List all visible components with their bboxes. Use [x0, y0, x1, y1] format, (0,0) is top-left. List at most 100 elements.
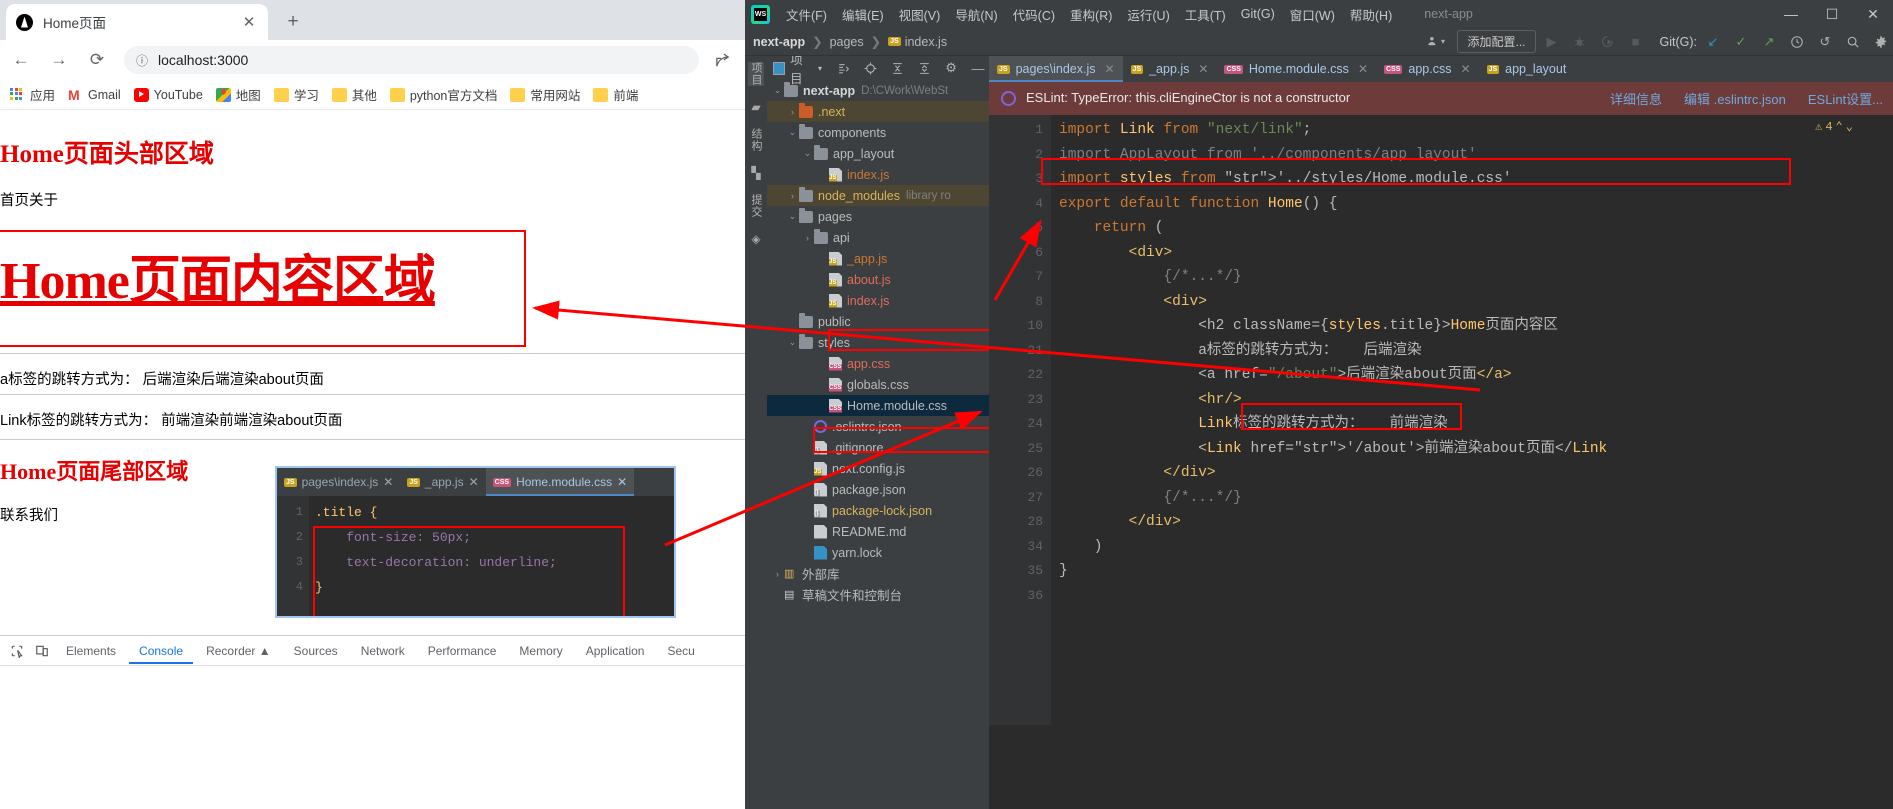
devtools-tab-elements[interactable]: Elements — [56, 638, 126, 664]
code-line[interactable]: {/*...*/} — [1051, 265, 1893, 290]
select-opened-file-icon[interactable] — [832, 57, 854, 79]
close-icon[interactable]: ✕ — [240, 13, 258, 31]
debug-icon[interactable] — [1568, 31, 1592, 53]
tree-item-public[interactable]: public — [767, 311, 989, 332]
menu-item-window[interactable]: 窗口(W) — [1283, 2, 1342, 27]
tree-item-home-module-c--[interactable]: Home.module.css — [767, 395, 989, 416]
close-icon[interactable]: ✕ — [469, 475, 479, 489]
breadcrumb-folder[interactable]: pages — [830, 35, 864, 49]
code-line[interactable]: <div> — [1051, 290, 1893, 315]
eslint-edit-config-link[interactable]: 编辑 .eslintrc.json — [1684, 89, 1786, 108]
tree-item-about-j-[interactable]: about.js — [767, 269, 989, 290]
devtools-tab-sources[interactable]: Sources — [284, 638, 348, 664]
editor-tab[interactable]: CSS app.css ✕ — [1376, 56, 1479, 82]
editor-tab[interactable]: JS _app.js ✕ — [1123, 56, 1217, 82]
reload-icon[interactable]: ⟳ — [80, 43, 114, 77]
bookmark-item[interactable]: 地图 — [215, 85, 261, 104]
chevron-down-icon[interactable]: ⌄ — [801, 148, 814, 159]
menu-item-code[interactable]: 代码(C) — [1006, 2, 1062, 27]
tree-item-node_module-[interactable]: › node_modules library ro — [767, 185, 989, 206]
tree-item-next-config-j-[interactable]: next.config.js — [767, 458, 989, 479]
bookmark-item[interactable]: 常用网站 — [510, 85, 580, 104]
css-overlay-tab[interactable]: CSS Home.module.css ✕ — [485, 468, 635, 496]
editor-tab[interactable]: JS app_layout — [1479, 56, 1575, 82]
expand-all-icon[interactable] — [886, 57, 908, 79]
bookmark-item[interactable]: M Gmail — [68, 88, 121, 102]
code-line[interactable]: </div> — [1051, 510, 1893, 535]
devtools-tab-memory[interactable]: Memory — [509, 638, 572, 664]
collapse-all-icon[interactable] — [913, 57, 935, 79]
tree-item-app-c--[interactable]: app.css — [767, 353, 989, 374]
folder-icon[interactable]: ▰ — [751, 100, 760, 114]
tree-item-app_layout[interactable]: ⌄ app_layout — [767, 143, 989, 164]
undo-icon[interactable]: ↺ — [1813, 31, 1837, 53]
maximize-icon[interactable]: ☐ — [1812, 0, 1852, 28]
git-push-icon[interactable]: ↗ — [1757, 31, 1781, 53]
css-overlay-tab[interactable]: JS _app.js ✕ — [400, 468, 485, 496]
git-branch-icon[interactable]: ◈ — [751, 232, 760, 246]
git-update-icon[interactable]: ↙ — [1701, 31, 1725, 53]
bookmark-item[interactable]: 其他 — [331, 85, 377, 104]
menu-item-help[interactable]: 帮助(H) — [1343, 2, 1399, 27]
tree-item-next-app[interactable]: ⌄ next-app D:\CWork\WebSt — [767, 80, 989, 101]
code-line[interactable]: ) — [1051, 535, 1893, 560]
bookmark-item[interactable]: YouTube — [133, 87, 203, 102]
tree-item--e-lintrc-j-on[interactable]: .eslintrc.json — [767, 416, 989, 437]
code-line[interactable]: Link标签的跳转方式为： 前端渲染 — [1051, 412, 1893, 437]
tree-item--next[interactable]: › .next — [767, 101, 989, 122]
chevron-down-icon[interactable]: ⌄ — [786, 211, 799, 222]
run-with-coverage-icon[interactable] — [1596, 31, 1620, 53]
tree-item-global--c--[interactable]: globals.css — [767, 374, 989, 395]
close-icon[interactable]: ✕ — [1853, 0, 1893, 28]
nav-link-about[interactable]: 关于 — [29, 193, 58, 209]
tree-item-index-j-[interactable]: index.js — [767, 290, 989, 311]
tree-item-草稿文件和控制台[interactable]: ▤ 草稿文件和控制台 — [767, 584, 989, 605]
code-line[interactable]: import styles from "str">'../styles/Home… — [1051, 167, 1893, 192]
hide-panel-icon[interactable]: — — [967, 57, 989, 79]
settings-gear-icon[interactable] — [1869, 31, 1893, 53]
chevron-up-icon[interactable]: ⌃ — [1836, 119, 1843, 134]
back-icon[interactable]: ← — [4, 43, 38, 77]
devtools-tab-network[interactable]: Network — [351, 638, 415, 664]
modules-icon[interactable]: ▚ — [751, 166, 760, 180]
bookmark-item[interactable]: 学习 — [273, 85, 319, 104]
code-line[interactable]: import AppLayout from '../components/app… — [1051, 143, 1893, 168]
tree-item-component-[interactable]: ⌄ components — [767, 122, 989, 143]
tree-item-page-[interactable]: ⌄ pages — [767, 206, 989, 227]
close-icon[interactable]: ✕ — [1104, 62, 1114, 76]
code-line[interactable]: <Link href="str">'/about'>前端渲染about页面</L… — [1051, 437, 1893, 462]
tree-item-yarn-lock[interactable]: yarn.lock — [767, 542, 989, 563]
code-line[interactable]: return ( — [1051, 216, 1893, 241]
menu-item-edit[interactable]: 编辑(E) — [835, 2, 891, 27]
css-overlay-tab[interactable]: JS pages\index.js ✕ — [277, 468, 400, 496]
tree-item-api[interactable]: › api — [767, 227, 989, 248]
tree-item-外部库[interactable]: › ▥ 外部库 — [767, 563, 989, 584]
git-history-icon[interactable] — [1785, 31, 1809, 53]
chevron-right-icon[interactable]: › — [801, 233, 814, 243]
menu-item-refactor[interactable]: 重构(R) — [1063, 2, 1119, 27]
site-info-icon[interactable]: ⓘ — [136, 52, 148, 69]
code-line[interactable]: <h2 className={styles.title}>Home页面内容区 — [1051, 314, 1893, 339]
tool-window-project[interactable]: 项目 — [748, 62, 764, 86]
add-configuration-button[interactable]: 添加配置... — [1457, 30, 1536, 53]
devtools-tab-recorder[interactable]: Recorder ▲ — [196, 638, 281, 664]
eslint-settings-link[interactable]: ESLint设置... — [1808, 89, 1883, 108]
chevron-down-icon[interactable]: ▾ — [818, 64, 822, 73]
git-commit-icon[interactable]: ✓ — [1729, 31, 1753, 53]
menu-item-tools[interactable]: 工具(T) — [1178, 2, 1233, 27]
menu-item-run[interactable]: 运行(U) — [1120, 2, 1176, 27]
run-icon[interactable]: ▶ — [1540, 31, 1564, 53]
close-icon[interactable]: ✕ — [383, 475, 393, 489]
menu-item-view[interactable]: 视图(V) — [892, 2, 948, 27]
search-icon[interactable] — [1841, 31, 1865, 53]
close-icon[interactable]: ✕ — [1358, 62, 1368, 76]
device-toolbar-icon[interactable] — [31, 640, 53, 662]
editor-tab[interactable]: JS pages\index.js ✕ — [989, 56, 1123, 82]
menu-item-file[interactable]: 文件(F) — [779, 2, 834, 27]
bookmark-item[interactable]: 前端 — [593, 85, 638, 104]
tool-window-structure[interactable]: 结构 — [748, 128, 764, 152]
code-line[interactable]: export default function Home() { — [1051, 192, 1893, 217]
code-line[interactable]: } — [1051, 559, 1893, 584]
menu-item-navigate[interactable]: 导航(N) — [948, 2, 1004, 27]
browser-tab[interactable]: Home页面 ✕ — [6, 4, 268, 40]
